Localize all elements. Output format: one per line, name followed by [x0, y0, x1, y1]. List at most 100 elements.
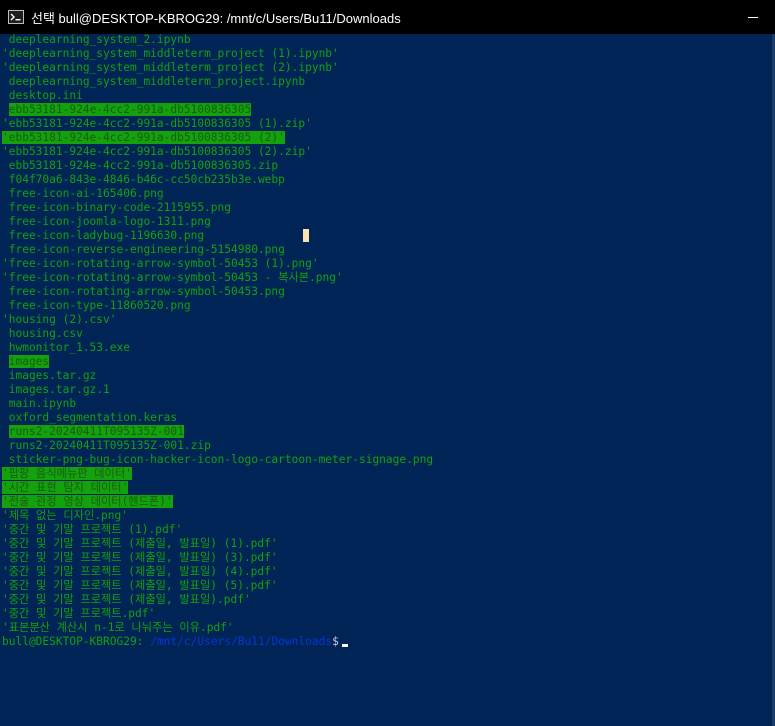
file-entry: 'ebb53181-924e-4cc2-991a-db5100836305 (1…: [2, 117, 312, 130]
file-entry: 'free-icon-rotating-arrow-symbol-50453 (…: [2, 257, 319, 270]
file-entry: deeplearning_system_2.ipynb: [2, 33, 191, 46]
file-entry: '중간 및 기말 프로젝트 (제출일, 발표일) (5).pdf': [2, 579, 278, 592]
listing-line: 'deeplearning_system_middleterm_project …: [2, 47, 772, 61]
listing-line: free-icon-reverse-engineering-5154980.pn…: [2, 243, 772, 257]
listing-line: f04f70a6-843e-4846-b46c-cc50cb235b3e.web…: [2, 173, 772, 187]
listing-line: images.tar.gz: [2, 369, 772, 383]
file-entry: free-icon-rotating-arrow-symbol-50453.pn…: [2, 285, 285, 298]
listing-line: '제목 없는 디자인.png': [2, 509, 772, 523]
listing-line: desktop.ini: [2, 89, 772, 103]
minimize-button[interactable]: [731, 0, 775, 34]
listing-line: 'housing (2).csv': [2, 313, 772, 327]
prompt-user-host: bull@DESKTOP-KBROG29: [2, 635, 137, 648]
listing-line: 'ebb53181-924e-4cc2-991a-db5100836305 (2…: [2, 131, 772, 145]
file-entry: free-icon-joomla-logo-1311.png: [2, 215, 211, 228]
prompt-path: /mnt/c/Users/Bu11/Downloads: [143, 635, 333, 648]
listing-line: '시간 표현 탐지 데이터': [2, 481, 772, 495]
terminal-output[interactable]: deeplearning_system_2.ipynb'deeplearning…: [2, 33, 772, 723]
directory-entry: '시간 표현 탐지 데이터': [2, 481, 129, 494]
listing-line: '표본분산 계산시 n-1로 나눠주는 이유.pdf': [2, 621, 772, 635]
directory-entry: 'ebb53181-924e-4cc2-991a-db5100836305 (2…: [2, 131, 285, 144]
file-entry: '표본분산 계산시 n-1로 나눠주는 이유.pdf': [2, 621, 234, 634]
terminal-window: 선택 bull@DESKTOP-KBROG29: /mnt/c/Users/Bu…: [0, 0, 775, 726]
listing-line: free-icon-ladybug-1196630.png: [2, 229, 772, 243]
listing-line: 'deeplearning_system_middleterm_project …: [2, 61, 772, 75]
listing-line: '중간 및 기말 프로젝트 (제출일, 발표일) (3).pdf': [2, 551, 772, 565]
title-bar[interactable]: 선택 bull@DESKTOP-KBROG29: /mnt/c/Users/Bu…: [0, 0, 775, 34]
terminal-icon: [8, 10, 24, 24]
listing-line: '중간 및 기말 프로젝트 (제출일, 발표일).pdf': [2, 593, 772, 607]
file-entry: '중간 및 기말 프로젝트 (제출일, 발표일) (3).pdf': [2, 551, 278, 564]
listing-line: deeplearning_system_2.ipynb: [2, 33, 772, 47]
mouse-text-cursor: [303, 229, 309, 242]
listing-line: 'free-icon-rotating-arrow-symbol-50453 (…: [2, 257, 772, 271]
listing-line: oxford_segmentation.keras: [2, 411, 772, 425]
file-entry: f04f70a6-843e-4846-b46c-cc50cb235b3e.web…: [2, 173, 285, 186]
listing-line: free-icon-type-11860520.png: [2, 299, 772, 313]
file-entry: desktop.ini: [2, 89, 83, 102]
file-entry: free-icon-ai-165406.png: [2, 187, 164, 200]
listing-line: images: [2, 355, 772, 369]
file-entry: free-icon-reverse-engineering-5154980.pn…: [2, 243, 285, 256]
listing-line: runs2-20240411T095135Z-001: [2, 425, 772, 439]
window-controls: [731, 0, 775, 34]
file-entry: main.ipynb: [2, 397, 77, 410]
file-entry: 'free-icon-rotating-arrow-symbol-50453 -…: [2, 271, 343, 284]
file-entry: free-icon-ladybug-1196630.png: [2, 229, 205, 242]
file-entry: free-icon-type-11860520.png: [2, 299, 191, 312]
listing-line: free-icon-rotating-arrow-symbol-50453.pn…: [2, 285, 772, 299]
directory-entry: runs2-20240411T095135Z-001: [8, 425, 184, 438]
prompt-symbol: $: [332, 635, 339, 648]
file-entry: runs2-20240411T095135Z-001.zip: [2, 439, 211, 452]
file-entry: deeplearning_system_middleterm_project.i…: [2, 75, 306, 88]
directory-entry: ebb53181-924e-4cc2-991a-db5100836305: [8, 103, 252, 116]
listing-line: main.ipynb: [2, 397, 772, 411]
file-entry: hwmonitor_1.53.exe: [2, 341, 130, 354]
file-entry: images.tar.gz: [2, 369, 97, 382]
listing-line: '중간 및 기말 프로젝트 (제출일, 발표일) (1).pdf': [2, 537, 772, 551]
listing-line: '중간 및 기말 프로젝트 (제출일, 발표일) (4).pdf': [2, 565, 772, 579]
listing-line: ebb53181-924e-4cc2-991a-db5100836305: [2, 103, 772, 117]
listing-line: free-icon-binary-code-2115955.png: [2, 201, 772, 215]
listing-line: '팝팡 음식메뉴판 데이터': [2, 467, 772, 481]
file-entry: housing.csv: [2, 327, 83, 340]
file-entry: '중간 및 기말 프로젝트 (제출일, 발표일).pdf': [2, 593, 251, 606]
listing-line: images.tar.gz.1: [2, 383, 772, 397]
file-entry: 'deeplearning_system_middleterm_project …: [2, 47, 339, 60]
window-title: 선택 bull@DESKTOP-KBROG29: /mnt/c/Users/Bu…: [31, 10, 401, 26]
file-entry: ebb53181-924e-4cc2-991a-db5100836305.zip: [2, 159, 279, 172]
listing-line: 'free-icon-rotating-arrow-symbol-50453 -…: [2, 271, 772, 285]
file-entry: '중간 및 기말 프로젝트 (제출일, 발표일) (4).pdf': [2, 565, 278, 578]
file-entry: 'deeplearning_system_middleterm_project …: [2, 61, 339, 74]
file-entry: '중간 및 기말 프로젝트 (제출일, 발표일) (1).pdf': [2, 537, 278, 550]
minimize-icon: [748, 17, 758, 18]
file-entry: oxford_segmentation.keras: [2, 411, 178, 424]
file-entry: 'ebb53181-924e-4cc2-991a-db5100836305 (2…: [2, 145, 312, 158]
listing-line: hwmonitor_1.53.exe: [2, 341, 772, 355]
listing-line: sticker-png-bug-icon-hacker-icon-logo-ca…: [2, 453, 772, 467]
file-entry: '중간 및 기말 프로젝트 (1).pdf': [2, 523, 183, 536]
listing-line: ebb53181-924e-4cc2-991a-db5100836305.zip: [2, 159, 772, 173]
text-cursor: [341, 644, 348, 647]
listing-line: free-icon-ai-165406.png: [2, 187, 772, 201]
listing-line: deeplearning_system_middleterm_project.i…: [2, 75, 772, 89]
file-entry: free-icon-binary-code-2115955.png: [2, 201, 232, 214]
directory-entry: '팝팡 음식메뉴판 데이터': [2, 467, 132, 480]
directory-entry: '전술 관정 영상 데이터(헨드폰)': [2, 495, 173, 508]
listing-line: 'ebb53181-924e-4cc2-991a-db5100836305 (2…: [2, 145, 772, 159]
listing-line: '중간 및 기말 프로젝트 (1).pdf': [2, 523, 772, 537]
file-entry: images.tar.gz.1: [2, 383, 110, 396]
listing-line: '중간 및 기말 프로젝트 (제출일, 발표일) (5).pdf': [2, 579, 772, 593]
prompt-line[interactable]: bull@DESKTOP-KBROG29: /mnt/c/Users/Bu11/…: [2, 635, 772, 649]
file-entry: sticker-png-bug-icon-hacker-icon-logo-ca…: [2, 453, 434, 466]
listing-line: housing.csv: [2, 327, 772, 341]
file-entry: '제목 없는 디자인.png': [2, 509, 128, 522]
listing-line: runs2-20240411T095135Z-001.zip: [2, 439, 772, 453]
listing-line: free-icon-joomla-logo-1311.png: [2, 215, 772, 229]
listing-line: '전술 관정 영상 데이터(헨드폰)': [2, 495, 772, 509]
listing-line: '중간 및 기말 프로젝트.pdf': [2, 607, 772, 621]
file-entry: 'housing (2).csv': [2, 313, 117, 326]
listing-line: 'ebb53181-924e-4cc2-991a-db5100836305 (1…: [2, 117, 772, 131]
directory-entry: images: [8, 355, 50, 368]
file-entry: '중간 및 기말 프로젝트.pdf': [2, 607, 156, 620]
